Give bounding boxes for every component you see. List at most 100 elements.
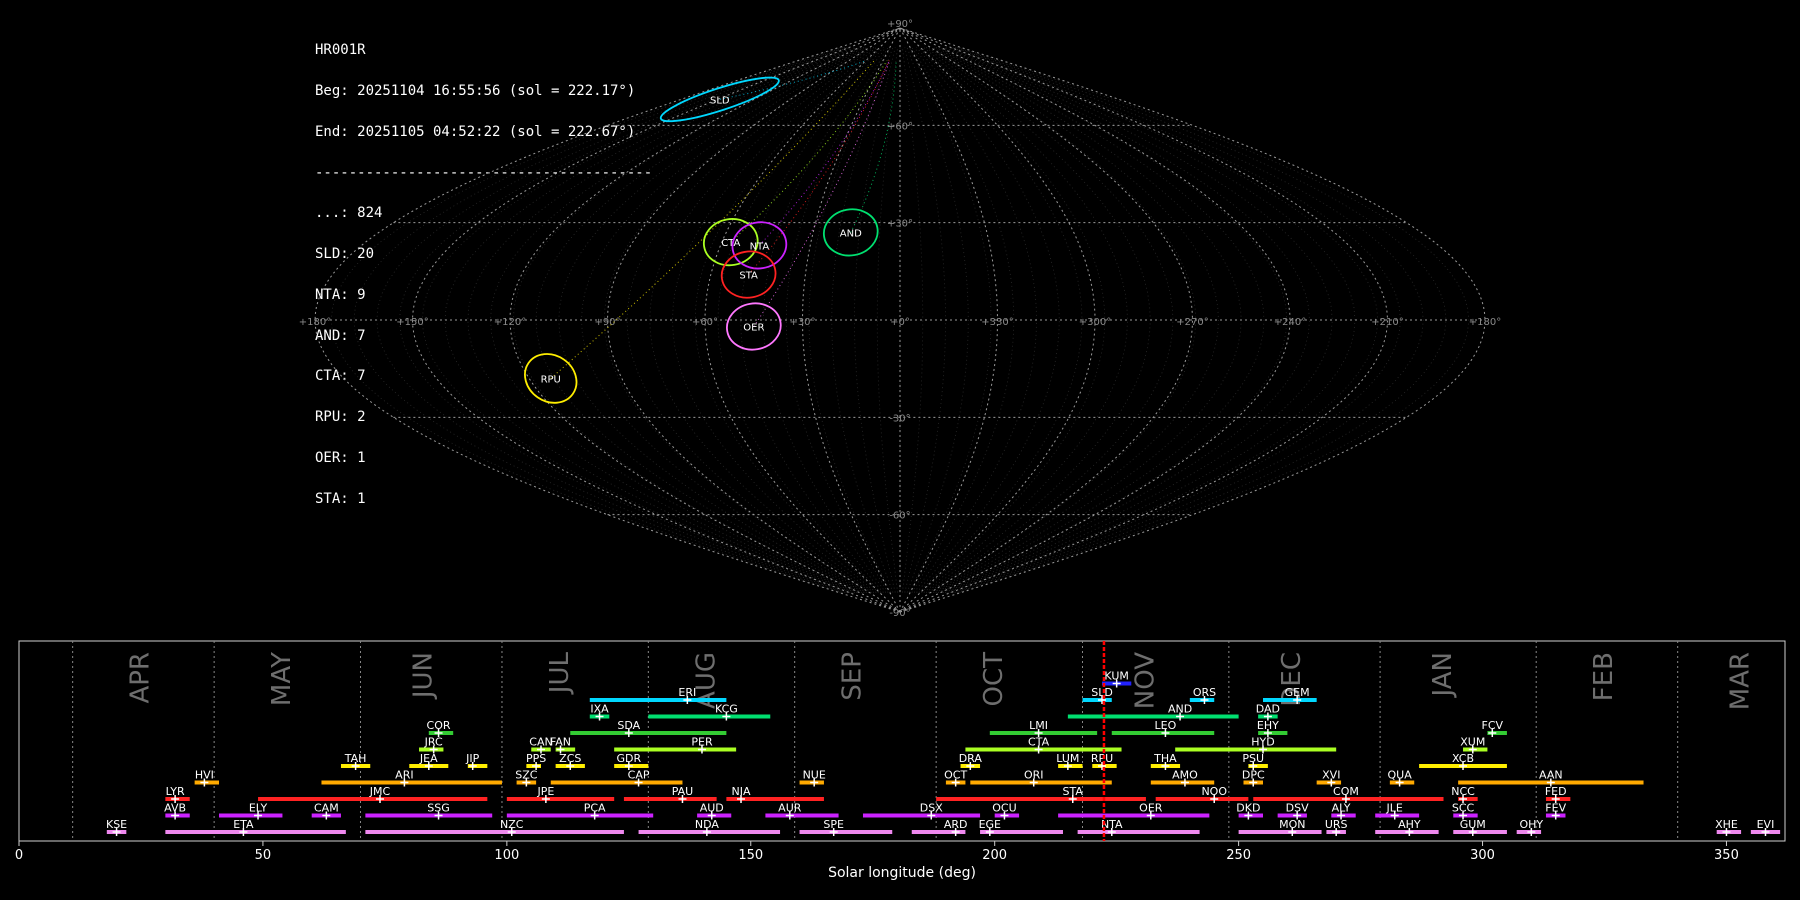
shower-bar-sda [570,731,727,735]
shower-label-sta: STA [1063,785,1084,798]
x-tick-label: 300 [1470,848,1495,863]
lat-label: +90° [887,19,913,30]
x-tick-label: 0 [15,848,23,863]
shower-label-hvi: HVI [195,769,214,782]
shower-bar-aur [765,813,839,818]
shower-bar-kcg [648,714,771,719]
shower-label-com: COM [1333,785,1359,798]
month-label: APR [125,652,155,704]
shower-bar-per [614,747,737,752]
lat-label: +60° [887,121,913,132]
x-tick-label: 100 [494,848,519,863]
shower-label-sld: SLD [1091,686,1113,699]
radiant-label: OER [743,322,764,333]
lon-label: +0° [890,317,910,328]
shower-label-amo: AMO [1172,769,1198,782]
meteor-trail [850,60,897,233]
lon-label: +180° [299,317,331,328]
lon-label: +30° [789,317,815,328]
shower-label-dsv: DSV [1286,802,1309,815]
shower-label-xum: XUM [1460,736,1485,749]
shower-bar-jpe [506,797,615,801]
shower-label-nzc: NZC [500,818,524,831]
radiant-label: CTA [721,238,740,249]
shower-label-jmc: JMC [369,785,391,798]
lat-label: +30° [887,219,913,230]
x-tick-label: 250 [1226,848,1251,863]
shower-bar-nzc [365,830,624,834]
shower-label-oer: OER [1139,802,1163,815]
shower-label-evi: EVI [1757,818,1775,831]
shower-label-aan: AAN [1539,769,1563,782]
lon-label: +300° [1079,317,1111,328]
shower-label-cta: CTA [1028,736,1050,749]
shower-label-tah: TAH [344,752,367,765]
shower-label-ors: ORS [1193,686,1216,699]
shower-label-nda: NDA [695,818,720,831]
shower-label-tha: THA [1153,752,1177,765]
month-label: JUL [545,651,575,695]
shower-label-noo: NOO [1201,785,1227,798]
shower-label-lum: LUM [1056,752,1079,765]
shower-label-dra: DRA [959,752,983,765]
month-label: MAR [1726,652,1756,710]
lon-label: +180° [1469,317,1501,328]
shower-label-ely: ELY [249,802,268,815]
month-label: FEB [1589,652,1619,701]
lon-label: +270° [1176,317,1208,328]
shower-label-ixa: IXA [590,703,609,716]
shower-label-per: PER [691,736,713,749]
lon-label: +210° [1371,317,1403,328]
shower-label-ahy: AHY [1398,818,1421,831]
shower-bar-sta [936,797,1146,801]
x-tick-label: 50 [255,848,272,863]
shower-label-szc: SZC [515,769,538,782]
shower-label-mon: MON [1279,818,1305,831]
radiant-label: SLD [710,95,730,106]
shower-bar-nta [1077,830,1200,834]
shower-label-spe: SPE [823,818,844,831]
lon-label: +90° [594,317,620,328]
shower-label-gdr: GDR [616,752,641,765]
meridian-line [899,27,1389,613]
meteor-trail [730,60,888,243]
shower-label-lyr: LYR [166,785,185,798]
lat-label: -60° [889,511,910,522]
x-tick-label: 150 [738,848,763,863]
month-label: NOV [1130,652,1160,709]
shower-label-avb: AVB [164,802,186,815]
shower-label-fev: FEV [1545,802,1566,815]
shower-label-xvi: XVI [1322,769,1340,782]
lat-label: -90° [889,608,910,619]
month-label: MAY [267,652,297,706]
sky-map: +180° +150° +120° +90° +60° +30° +0° +330° +300°… [299,19,1501,619]
shower-label-gum: GUM [1460,818,1486,831]
shower-bar-cap [550,780,683,785]
shower-label-kcg: KCG [715,703,738,716]
shower-label-rpu: RPU [1091,752,1113,765]
shower-bar-eri [589,698,727,702]
shower-label-ocu: OCU [992,802,1016,815]
shower-bar-oer [1058,813,1210,818]
shower-label-pps: PPS [526,752,546,765]
shower-label-sda: SDA [617,719,640,732]
shower-label-jle: JLE [1386,802,1403,815]
shower-label-pca: PCA [584,802,606,815]
radiant-label: RPU [541,374,561,385]
lon-label: +150° [396,317,428,328]
shower-label-gem: GEM [1285,686,1310,699]
shower-label-xcb: XCB [1452,752,1474,765]
shower-label-kum: KUM [1104,670,1128,683]
shower-label-jrc: JRC [424,736,443,749]
meteor-trail [748,60,890,275]
shower-label-urs: URS [1325,818,1348,831]
shower-label-aly: ALY [1332,802,1351,815]
shower-label-nue: NUE [803,769,826,782]
shower-label-eta: ETA [233,818,254,831]
shower-label-dkd: DKD [1236,802,1260,815]
shower-label-ehy: EHY [1257,719,1279,732]
shower-label-ssg: SSG [427,802,450,815]
shower-label-lmi: LMI [1029,719,1048,732]
month-label: JUN [408,652,438,700]
lon-label: +120° [494,317,526,328]
